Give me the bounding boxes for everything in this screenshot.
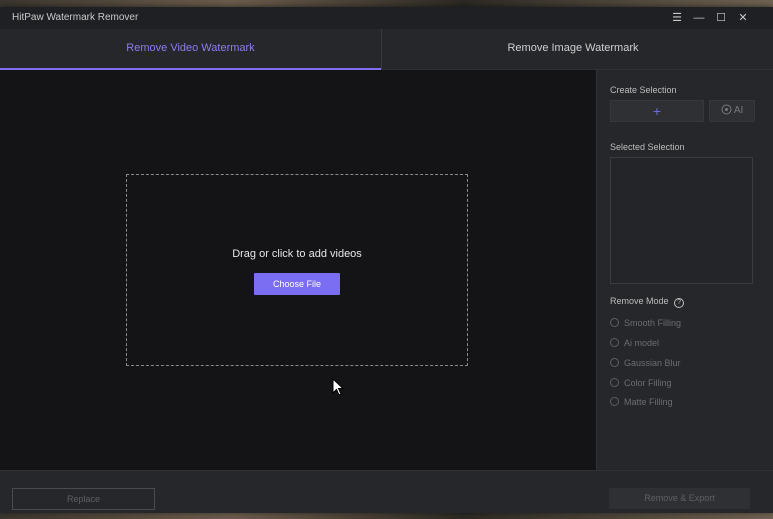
mode-option-ai-model[interactable]: Ai model — [610, 338, 659, 348]
mode-label: Color Filling — [624, 378, 672, 388]
maximize-icon[interactable]: ☐ — [712, 10, 730, 26]
app-window: HitPaw Watermark Remover ☰ — ☐ ✕ Remove … — [0, 7, 773, 513]
dropzone-text: Drag or click to add videos — [232, 248, 362, 260]
plus-icon: + — [652, 103, 662, 119]
menu-icon[interactable]: ☰ — [668, 10, 686, 26]
close-icon[interactable]: ✕ — [734, 10, 752, 26]
mode-option-matte-filling[interactable]: Matte Filling — [610, 397, 673, 407]
mode-option-color-filling[interactable]: Color Filling — [610, 378, 672, 388]
remove-mode-heading: Remove Mode ? — [610, 296, 685, 308]
radio-icon — [610, 318, 619, 327]
mode-label: Ai model — [624, 338, 660, 348]
help-icon[interactable]: ? — [674, 298, 685, 308]
ai-label: AI — [733, 105, 744, 116]
remove-mode-label: Remove Mode — [610, 296, 669, 306]
ai-detect-icon — [721, 104, 734, 116]
choose-file-button[interactable]: Choose File — [254, 273, 340, 295]
mode-label: Gaussian Blur — [624, 358, 681, 368]
ai-selection-button[interactable]: AI — [709, 100, 755, 122]
radio-icon — [610, 358, 619, 367]
selected-selection-list — [610, 157, 753, 284]
selected-selection-label: Selected Selection — [610, 142, 685, 152]
radio-icon — [610, 378, 619, 387]
radio-icon — [610, 397, 619, 406]
mode-label: Smooth Filling — [624, 318, 682, 328]
mode-tabs: Remove Video Watermark Remove Image Wate… — [0, 29, 773, 70]
app-title: HitPaw Watermark Remover — [12, 12, 139, 23]
add-selection-button[interactable]: + — [610, 100, 704, 122]
minimize-icon[interactable]: — — [690, 10, 708, 26]
remove-and-export-button[interactable]: Remove & Export — [609, 488, 750, 509]
selection-panel: Create Selection + AI Selected Selection… — [596, 70, 773, 470]
preview-area: Drag or click to add videos Choose File — [0, 70, 596, 470]
footer-bar: Replace Remove & Export — [0, 470, 773, 513]
tab-remove-video-watermark[interactable]: Remove Video Watermark — [0, 29, 381, 70]
mode-label: Matte Filling — [624, 397, 673, 407]
video-dropzone[interactable]: Drag or click to add videos Choose File — [126, 174, 468, 366]
mode-option-smooth-filling[interactable]: Smooth Filling — [610, 318, 681, 328]
mouse-cursor-icon — [332, 377, 345, 401]
replace-button[interactable]: Replace — [12, 488, 155, 510]
radio-icon — [610, 338, 619, 347]
tab-remove-image-watermark[interactable]: Remove Image Watermark — [382, 29, 764, 68]
mode-option-gaussian-blur[interactable]: Gaussian Blur — [610, 358, 681, 368]
title-bar: HitPaw Watermark Remover ☰ — ☐ ✕ — [0, 7, 773, 29]
create-selection-label: Create Selection — [610, 85, 677, 95]
